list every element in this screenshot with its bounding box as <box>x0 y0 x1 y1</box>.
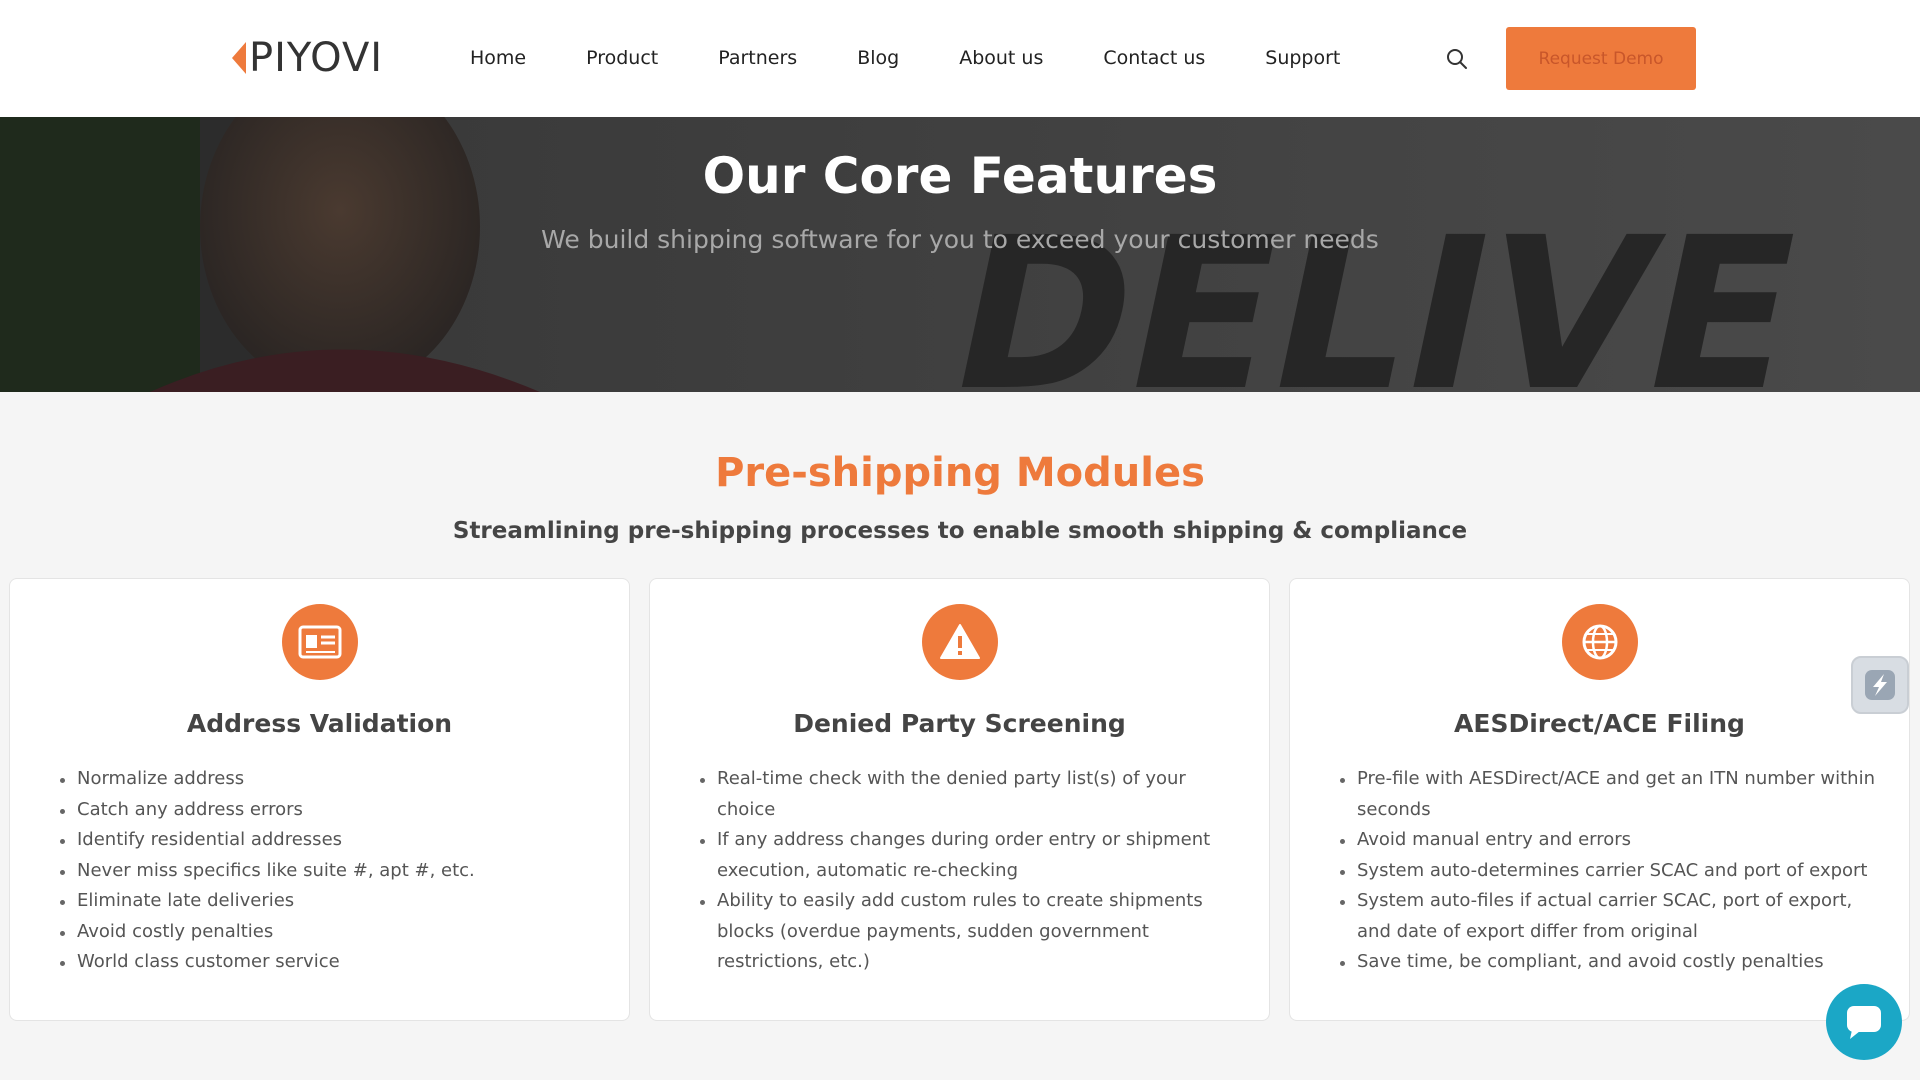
list-item: If any address changes during order entr… <box>700 825 1249 886</box>
nav-home[interactable]: Home <box>470 47 526 69</box>
request-demo-button[interactable]: Request Demo <box>1506 27 1696 90</box>
nav-partners[interactable]: Partners <box>718 47 797 69</box>
feature-list: Normalize address Catch any address erro… <box>60 764 609 978</box>
list-item: System auto-files if actual carrier SCAC… <box>1340 886 1889 947</box>
list-item: Pre-file with AESDirect/ACE and get an I… <box>1340 764 1889 825</box>
list-item: System auto-determines carrier SCAC and … <box>1340 856 1889 887</box>
site-header: PIYOVI Home Product Partners Blog About … <box>0 0 1920 117</box>
list-item: Normalize address <box>60 764 609 795</box>
list-item: Avoid manual entry and errors <box>1340 825 1889 856</box>
list-item: Ability to easily add custom rules to cr… <box>700 886 1249 978</box>
search-icon[interactable] <box>1444 46 1470 72</box>
nav-blog[interactable]: Blog <box>857 47 899 69</box>
feature-list: Pre-file with AESDirect/ACE and get an I… <box>1340 764 1889 978</box>
card-title: Address Validation <box>186 709 453 738</box>
chat-bubble-icon <box>1847 1006 1881 1039</box>
main-nav: Home Product Partners Blog About us Cont… <box>470 40 1340 76</box>
nav-support[interactable]: Support <box>1265 47 1340 69</box>
list-item: Save time, be compliant, and avoid costl… <box>1340 947 1889 978</box>
id-card-icon <box>281 604 358 680</box>
logo-mark-icon <box>232 42 246 74</box>
chat-button[interactable] <box>1826 984 1902 1060</box>
hero-subtitle: We build shipping software for you to ex… <box>541 225 1379 254</box>
list-item: World class customer service <box>60 947 609 978</box>
svg-text:DELIVE: DELIVE <box>932 193 1820 392</box>
feature-card-denied-party-screening: Denied Party Screening Real-time check w… <box>649 578 1270 1021</box>
logo[interactable]: PIYOVI <box>232 35 384 81</box>
hero-banner: DELIVE Our Core Features We build shippi… <box>0 117 1920 392</box>
section-title: Pre-shipping Modules <box>715 450 1205 496</box>
list-item: Real-time check with the denied party li… <box>700 764 1249 825</box>
nav-product[interactable]: Product <box>586 47 658 69</box>
card-title: Denied Party Screening <box>793 709 1126 738</box>
feature-card-aesdirect-ace-filing: AESDirect/ACE Filing Pre-file with AESDi… <box>1289 578 1910 1021</box>
list-item: Eliminate late deliveries <box>60 886 609 917</box>
hero-title: Our Core Features <box>702 147 1218 205</box>
list-item: Identify residential addresses <box>60 825 609 856</box>
list-item: Catch any address errors <box>60 795 609 826</box>
card-title: AESDirect/ACE Filing <box>1454 709 1745 738</box>
nav-about-us[interactable]: About us <box>959 47 1043 69</box>
logo-text: PIYOVI <box>249 35 384 81</box>
feature-list: Real-time check with the denied party li… <box>700 764 1249 978</box>
nav-contact-us[interactable]: Contact us <box>1103 47 1205 69</box>
warning-icon <box>921 604 998 680</box>
section-subtitle: Streamlining pre-shipping processes to e… <box>452 518 1468 544</box>
side-widget-button[interactable] <box>1851 656 1909 714</box>
feature-card-address-validation: Address Validation Normalize address Cat… <box>9 578 630 1021</box>
lightning-icon <box>1865 670 1895 700</box>
list-item: Avoid costly penalties <box>60 917 609 948</box>
globe-icon <box>1561 604 1638 680</box>
list-item: Never miss specifics like suite #, apt #… <box>60 856 609 887</box>
